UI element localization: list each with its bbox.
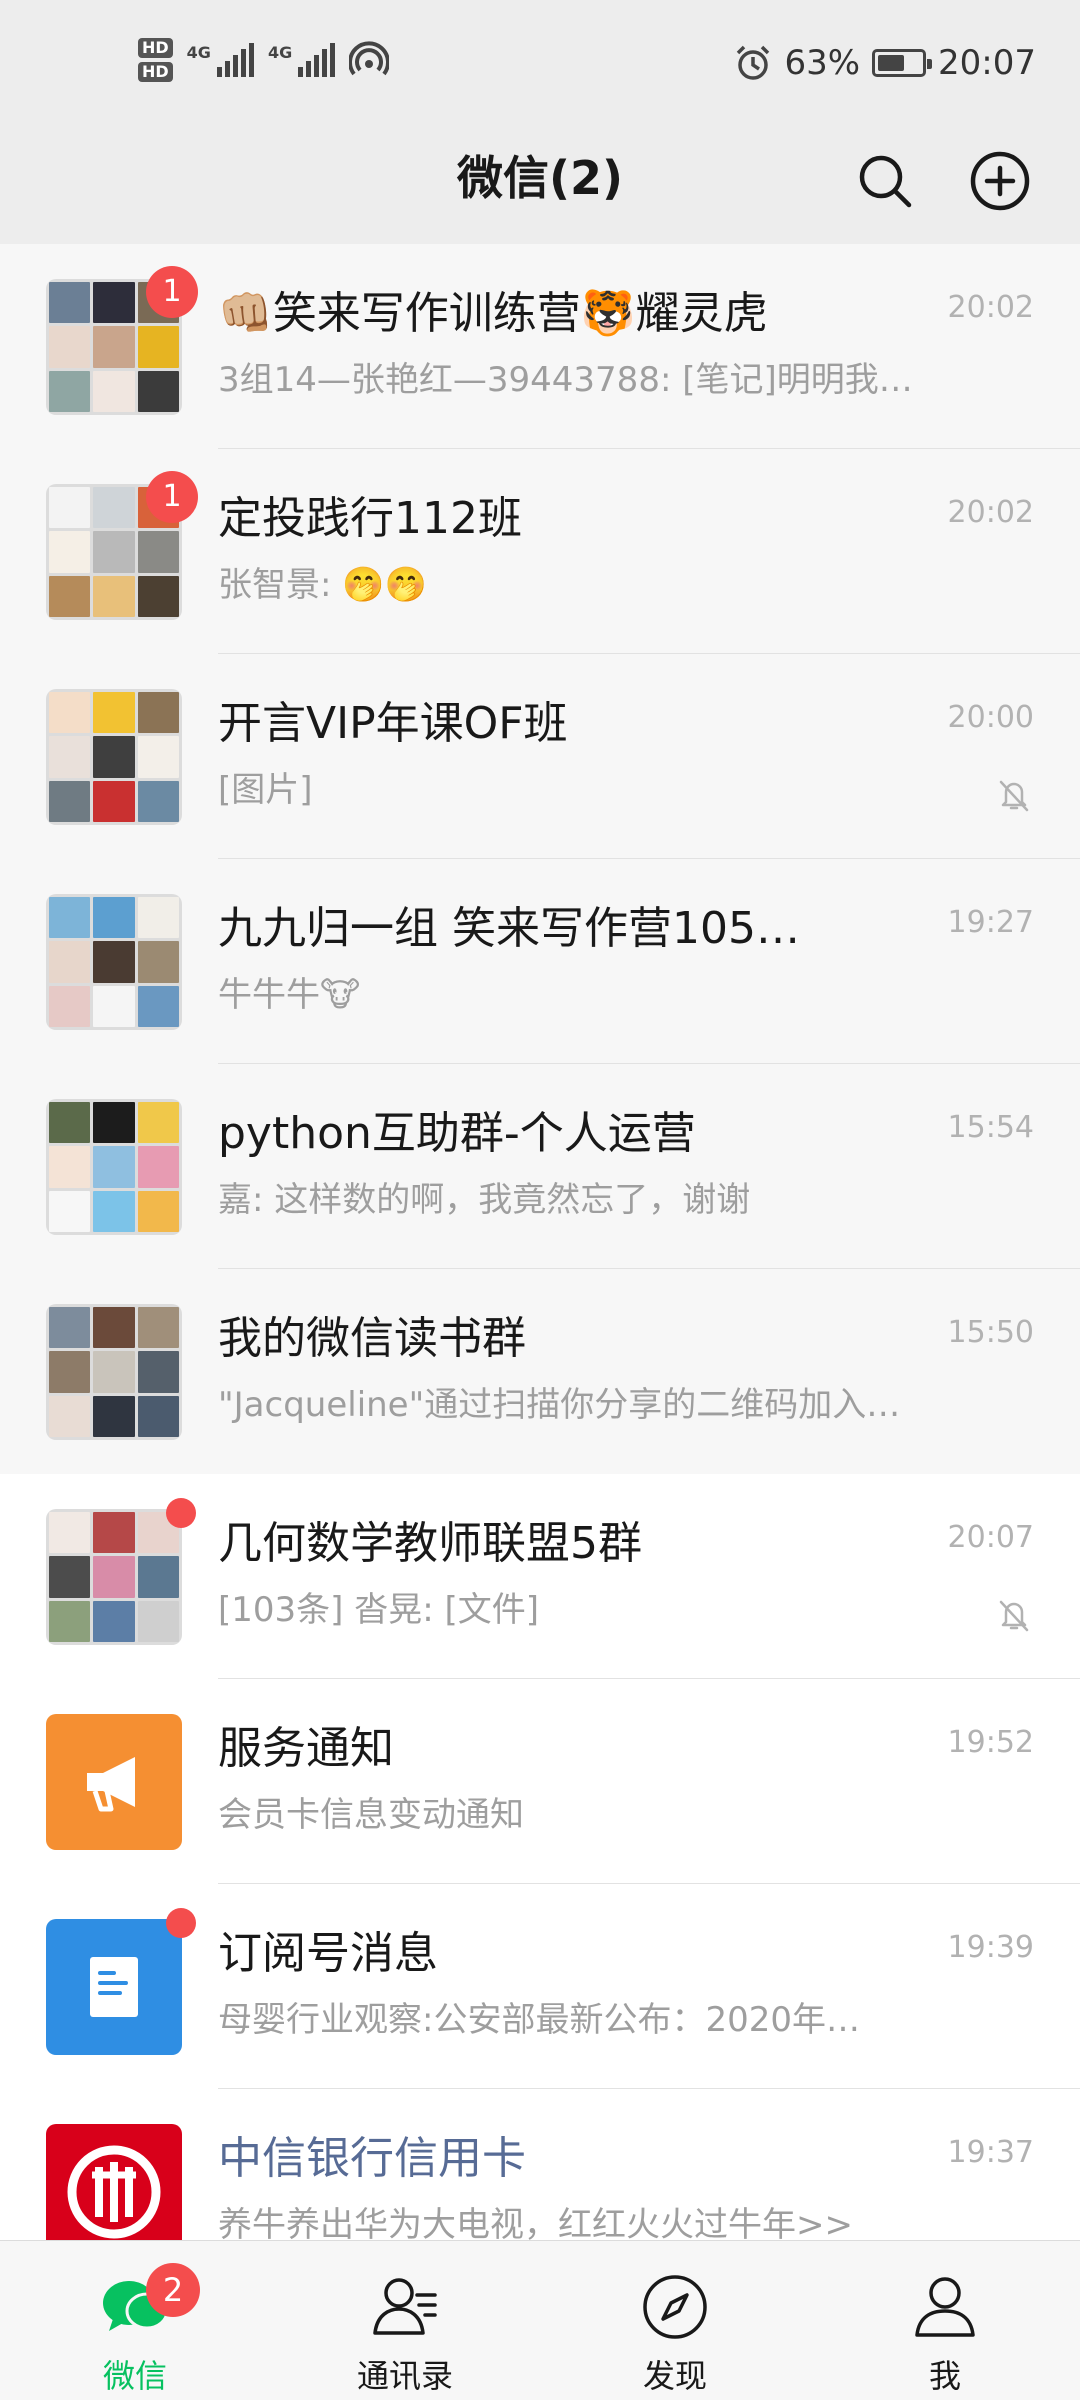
chat-row[interactable]: python互助群-个人运营 嘉: 这样数的啊，我竟然忘了，谢谢 15:54 (0, 1064, 1080, 1269)
chat-time: 20:02 (947, 495, 1034, 530)
chat-preview: [图片] (218, 770, 313, 810)
chat-name: 订阅号消息 (218, 1928, 438, 1979)
hd-indicators: HD HD (138, 38, 173, 82)
chat-time: 20:07 (947, 1520, 1034, 1555)
battery-percent: 63% (784, 43, 861, 83)
chat-row[interactable]: 1 👊🏼笑来写作训练营🐯耀灵虎 3组14—张艳红—39443788: [笔记]明… (0, 244, 1080, 449)
chat-time: 19:39 (947, 1930, 1034, 1965)
group-avatar (46, 1304, 182, 1440)
chat-time: 19:37 (947, 2135, 1034, 2170)
chat-preview: 母婴行业观察:公安部最新公布：2020年… (218, 2000, 860, 2040)
signal-2: 4G (267, 43, 336, 77)
document-icon (90, 1957, 138, 2017)
signal-bars-icon (298, 43, 336, 77)
chat-name: 几何数学教师联盟5群 (218, 1518, 642, 1569)
battery-icon (872, 49, 933, 77)
chat-row[interactable]: 1 定投践行112班 张智景: 🤭🤭 20:02 (0, 449, 1080, 654)
mute-bell-icon (999, 1600, 1029, 1632)
chat-list: 1 👊🏼笑来写作训练营🐯耀灵虎 3组14—张艳红—39443788: [笔记]明… (0, 244, 1080, 2294)
chat-name: 定投践行112班 (218, 493, 522, 544)
chat-name: python互助群-个人运营 (218, 1108, 696, 1159)
chat-name: 服务通知 (218, 1723, 394, 1774)
group-avatar (46, 689, 182, 825)
chat-time: 20:00 (947, 700, 1034, 735)
tab-contacts[interactable]: 通讯录 (270, 2241, 540, 2400)
unread-dot (166, 1908, 196, 1938)
tab-chats[interactable]: 2 微信 (0, 2241, 270, 2400)
group-avatar (46, 894, 182, 1030)
tab-label: 我 (928, 2357, 961, 2395)
tab-label: 通讯录 (356, 2357, 453, 2395)
chat-row[interactable]: 服务通知 会员卡信息变动通知 19:52 (0, 1679, 1080, 1884)
status-right: 63% 20:07 (734, 38, 1036, 88)
service-notification-avatar (46, 1714, 182, 1850)
tab-me[interactable]: 我 (810, 2241, 1080, 2400)
chat-name: 👊🏼笑来写作训练营🐯耀灵虎 (218, 288, 768, 339)
chat-preview: 张智景: 🤭🤭 (218, 565, 427, 605)
citic-logo-icon (67, 2145, 161, 2239)
tab-label: 微信 (102, 2357, 167, 2395)
signal-1: 4G (187, 43, 254, 77)
chat-time: 15:54 (947, 1110, 1034, 1145)
unread-badge: 1 (146, 266, 198, 318)
app-header: 微信(2) (0, 120, 1080, 244)
clock: 20:07 (938, 43, 1036, 83)
chat-preview: 牛牛牛🐮 (218, 975, 361, 1015)
chat-row[interactable]: 开言VIP年课OF班 [图片] 20:00 (0, 654, 1080, 859)
chat-row[interactable]: 订阅号消息 母婴行业观察:公安部最新公布：2020年… 19:39 (0, 1884, 1080, 2089)
group-avatar (46, 1509, 182, 1645)
search-icon (859, 155, 912, 208)
alarm-icon (737, 45, 770, 80)
chat-name: 中信银行信用卡 (218, 2133, 526, 2184)
network-type-1: 4G (186, 43, 211, 62)
chat-preview: 会员卡信息变动通知 (218, 1795, 524, 1835)
battery-fill (878, 55, 905, 71)
subscription-avatar (46, 1919, 182, 2055)
mute-bell-icon (999, 780, 1029, 812)
tab-badge: 2 (146, 2263, 200, 2317)
bottom-tab-bar: 2 微信 通讯录 发现 我 (0, 2240, 1080, 2400)
chat-preview: 嘉: 这样数的啊，我竟然忘了，谢谢 (218, 1180, 751, 1220)
chat-name: 我的微信读书群 (218, 1313, 526, 1364)
chat-preview: 3组14—张艳红—39443788: [笔记]明明我… (218, 360, 913, 400)
tab-discover[interactable]: 发现 (540, 2241, 810, 2400)
status-bar: HD HD 4G 4G 63% 20:07 (0, 0, 1080, 120)
compass-icon (643, 2275, 707, 2339)
tab-label: 发现 (642, 2357, 707, 2395)
plus-circle-icon (970, 151, 1030, 211)
chat-row[interactable]: 几何数学教师联盟5群 [103条] 沓晃: [文件] 20:07 (0, 1474, 1080, 1679)
hotspot-icon (349, 41, 390, 76)
chat-row[interactable]: 九九归一组 笑来写作营105… 牛牛牛🐮 19:27 (0, 859, 1080, 1064)
unread-dot (166, 1498, 196, 1528)
megaphone-icon (87, 1757, 135, 1812)
chat-time: 20:02 (947, 290, 1034, 325)
status-left: HD HD 4G 4G (138, 30, 390, 90)
chat-time: 19:27 (947, 905, 1034, 940)
add-button[interactable] (965, 146, 1035, 216)
hd2-label: HD (138, 62, 173, 82)
chat-row[interactable]: 我的微信读书群 "Jacqueline"通过扫描你分享的二维码加入… 15:50 (0, 1269, 1080, 1474)
chat-preview: "Jacqueline"通过扫描你分享的二维码加入… (218, 1385, 901, 1425)
chat-name: 九九归一组 笑来写作营105… (218, 903, 800, 954)
unread-badge: 1 (146, 471, 198, 523)
network-type-2: 4G (267, 43, 293, 62)
chat-time: 19:52 (947, 1725, 1034, 1760)
contacts-icon (373, 2278, 437, 2335)
chat-preview: [103条] 沓晃: [文件] (218, 1590, 540, 1630)
group-avatar (46, 1099, 182, 1235)
chat-time: 15:50 (947, 1315, 1034, 1350)
chat-name: 开言VIP年课OF班 (218, 698, 568, 749)
search-button[interactable] (850, 146, 920, 216)
signal-bars-icon (216, 43, 254, 77)
hd1-label: HD (138, 38, 173, 58)
person-icon (915, 2277, 975, 2337)
